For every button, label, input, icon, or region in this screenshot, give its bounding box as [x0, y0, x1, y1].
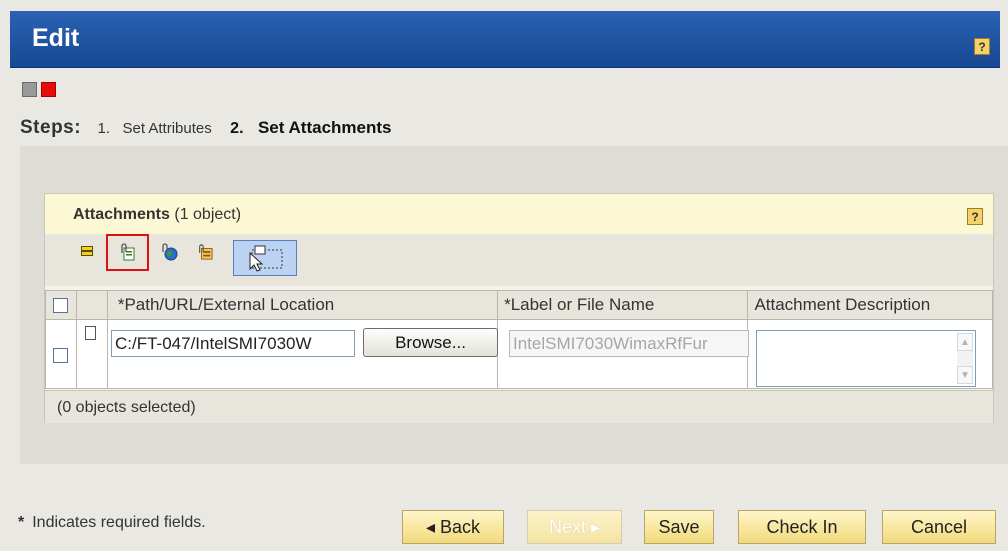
- required-note-text: Indicates required fields.: [32, 514, 206, 531]
- step-2-label: Set Attachments: [257, 118, 392, 137]
- back-arrow-icon: ◂: [425, 517, 440, 537]
- description-textarea[interactable]: ▲ ▼: [756, 330, 976, 387]
- step-indicator-active: [41, 82, 56, 97]
- label-field: IntelSMI7030WimaxRfFur: [509, 330, 749, 357]
- attach-external-icon[interactable]: [197, 243, 213, 261]
- step-1-number: 1.: [97, 120, 111, 137]
- type-header: [75, 290, 108, 320]
- cancel-button[interactable]: Cancel: [882, 510, 996, 544]
- help-icon[interactable]: ?: [974, 38, 990, 55]
- title-bar: Edit ?: [10, 11, 1000, 68]
- next-arrow-icon: ▸: [585, 517, 601, 537]
- attach-url-icon[interactable]: [160, 243, 178, 261]
- browse-button[interactable]: Browse...: [363, 328, 498, 357]
- column-header-description[interactable]: Attachment Description: [747, 290, 993, 320]
- selection-status-bar: (0 objects selected): [45, 390, 993, 423]
- next-button: Next ▸: [527, 510, 622, 544]
- steps-label: Steps:: [20, 117, 82, 138]
- path-input[interactable]: [111, 330, 355, 357]
- scroll-down-icon[interactable]: ▼: [957, 366, 973, 384]
- steps-breadcrumb: Steps: 1. Set Attributes 2. Set Attachme…: [20, 117, 391, 139]
- required-note: * Indicates required fields.: [18, 514, 206, 532]
- attachments-title: Attachments (1 object): [73, 206, 242, 223]
- scroll-up-icon[interactable]: ▲: [957, 333, 973, 351]
- back-button[interactable]: ◂ Back: [402, 510, 504, 544]
- attach-file-icon[interactable]: [119, 243, 135, 261]
- check-in-button[interactable]: Check In: [738, 510, 866, 544]
- step-2-number: 2.: [230, 120, 244, 137]
- textarea-scrollbar[interactable]: ▲ ▼: [957, 333, 973, 384]
- select-all-cell: [45, 290, 77, 320]
- step-indicator-inactive: [22, 82, 37, 97]
- required-star: *: [18, 514, 25, 531]
- step-1-link[interactable]: Set Attributes: [123, 120, 212, 137]
- selection-status: (0 objects selected): [57, 399, 196, 416]
- select-all-checkbox[interactable]: [53, 298, 69, 314]
- attachments-help-icon[interactable]: ?: [967, 208, 983, 225]
- column-header-path[interactable]: *Path/URL/External Location: [106, 290, 499, 320]
- row-checkbox[interactable]: [53, 348, 68, 363]
- attachments-header: Attachments (1 object) ?: [45, 194, 993, 235]
- insert-row-icon[interactable]: [81, 246, 93, 256]
- select-mode-icon[interactable]: [233, 240, 297, 276]
- save-button[interactable]: Save: [644, 510, 714, 544]
- attachments-panel: Attachments (1 object) ? *Path/URL/Exter…: [44, 193, 994, 423]
- page-title: Edit: [32, 24, 80, 52]
- column-header-label[interactable]: *Label or File Name: [497, 290, 749, 320]
- document-icon: [85, 326, 96, 340]
- attachments-toolbar: [45, 234, 993, 286]
